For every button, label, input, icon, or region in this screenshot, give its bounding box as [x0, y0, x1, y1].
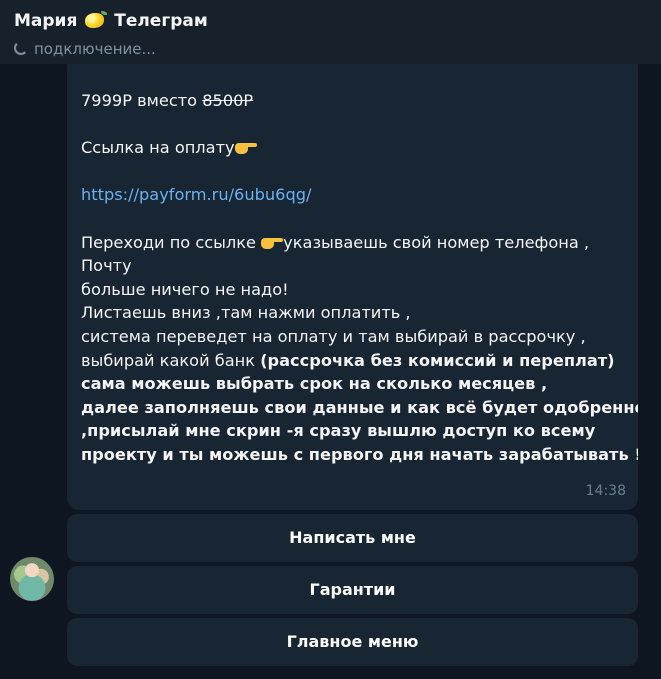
instruction-text: выбирай какой банк — [81, 350, 261, 370]
instruction-line-5: система переведет на оплату и там выбира… — [81, 326, 586, 346]
price-line: 7999Р вместо 8500Р — [81, 89, 626, 113]
price-old: 8500Р — [202, 91, 254, 110]
chat-header[interactable]: Мария Телеграм подключение... — [0, 0, 661, 64]
instruction-text: Переходи по ссылке — [81, 232, 257, 252]
message-list[interactable]: 7999Р вместо 8500Р Ссылка на оплату http… — [0, 64, 661, 679]
lemon-icon — [85, 11, 108, 28]
pointing-right-icon — [261, 235, 284, 249]
telegram-window: Мария Телеграм подключение... 7999Р вмес… — [0, 0, 661, 679]
message-text: 7999Р вместо 8500Р Ссылка на оплату http… — [81, 89, 638, 467]
pay-label-line: Ссылка на оплату — [81, 136, 626, 160]
instruction-line-3: больше ничего не надо! — [81, 279, 289, 299]
main-menu-button[interactable]: Главное меню — [67, 618, 638, 666]
instruction-line-7: сама можешь выбрать срок на сколько меся… — [81, 374, 548, 394]
instruction-line-4: Листаешь вниз ,там нажми оплатить , — [81, 303, 411, 323]
chat-title: Мария Телеграм — [14, 11, 208, 31]
instruction-line-1: Переходи по ссылке указываешь свой номер… — [81, 231, 626, 255]
instruction-line-9: ,присылай мне скрин -я сразу вышлю досту… — [81, 421, 596, 441]
instruction-text: указываешь свой номер телефона , — [283, 232, 590, 252]
connection-status-text: подключение... — [34, 40, 156, 58]
instruction-line-6: выбирай какой банк (рассрочка без комисс… — [81, 349, 626, 373]
instruction-bold-text: (рассрочка без комиссий и переплат) — [260, 350, 615, 370]
message-time: 14:38 — [585, 483, 626, 500]
write-me-button[interactable]: Написать мне — [67, 514, 638, 562]
instruction-line-10: проекту и ты можешь с первого дня начать… — [81, 444, 638, 464]
avatar[interactable] — [10, 557, 54, 601]
spinner-icon — [14, 41, 28, 55]
pay-label: Ссылка на оплату — [81, 138, 235, 158]
chat-app-name: Телеграм — [114, 11, 208, 31]
price-new: 7999Р — [81, 91, 132, 110]
payment-link[interactable]: https://payform.ru/6ubu6qg/ — [81, 183, 626, 207]
instruction-line-2: Почту — [81, 256, 132, 276]
pointing-right-icon — [234, 140, 257, 155]
clipped-previous-line — [81, 64, 561, 66]
chat-name: Мария — [14, 11, 78, 31]
instruction-line-8: далее заполняешь свои данные и как всё б… — [81, 397, 638, 417]
message-bubble[interactable]: 7999Р вместо 8500Р Ссылка на оплату http… — [67, 64, 638, 510]
connection-status: подключение... — [14, 40, 156, 58]
guarantees-button[interactable]: Гарантии — [67, 566, 638, 614]
price-word: вместо — [137, 91, 198, 110]
